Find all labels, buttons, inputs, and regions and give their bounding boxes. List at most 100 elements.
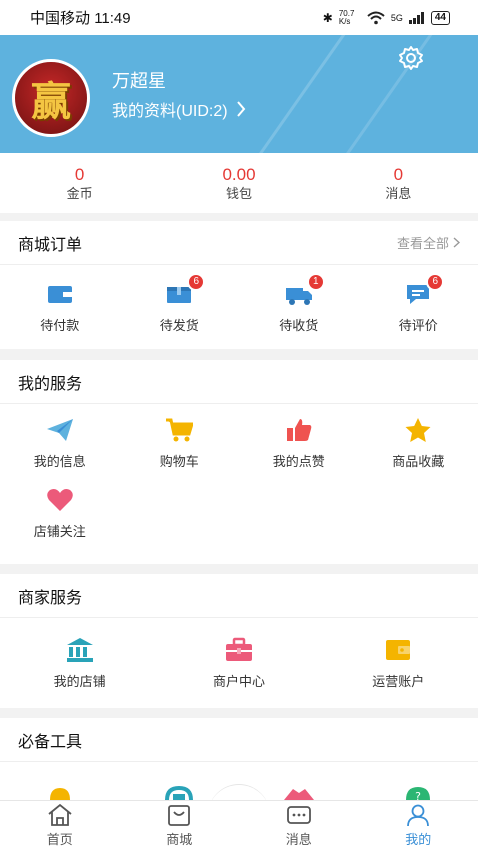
bluetooth-icon: ✱ xyxy=(322,10,333,25)
services-card: 我的服务 我的信息 购物车 我的点赞 商品收藏 店铺关注 xyxy=(0,360,478,564)
tab-home[interactable]: 首页 xyxy=(0,801,120,850)
signal-icon xyxy=(408,11,424,24)
bell-icon xyxy=(49,788,70,800)
stats-row: 0 金币 0.00 钱包 0 消息 xyxy=(0,153,478,213)
merchant-label: 我的店铺 xyxy=(53,673,106,689)
order-label: 待收货 xyxy=(279,317,319,333)
user-icon xyxy=(407,804,430,827)
tab-label: 我的 xyxy=(405,832,432,847)
box-icon-wrap: 6 xyxy=(165,272,206,307)
stat-label: 金币 xyxy=(66,186,93,201)
service-followed-shops[interactable]: 店铺关注 xyxy=(0,478,120,548)
clock: 11:49 xyxy=(94,10,131,27)
avatar-glyph: 赢 xyxy=(31,78,71,125)
briefcase-icon xyxy=(225,637,252,661)
view-all-orders-link[interactable]: 查看全部 xyxy=(397,233,460,252)
view-all-label: 查看全部 xyxy=(396,236,449,251)
merchant-card: 商家服务 我的店铺 商户中心 运营账户 xyxy=(0,574,478,708)
handshake-icon xyxy=(283,789,314,800)
wallet-icon xyxy=(386,639,411,660)
merchant-my-shop[interactable]: 我的店铺 xyxy=(0,618,159,708)
stat-wallet[interactable]: 0.00 钱包 xyxy=(159,153,318,213)
service-label: 购物车 xyxy=(159,453,199,469)
cart-icon xyxy=(166,418,194,441)
service-likes[interactable]: 我的点赞 xyxy=(239,408,359,478)
order-label: 待评价 xyxy=(398,317,438,333)
status-icons: ✱ 70.7 K/s 5G 44 xyxy=(322,8,450,26)
orders-header: 商城订单 查看全部 xyxy=(0,221,478,265)
merchant-label: 运营账户 xyxy=(372,673,425,689)
tab-mall[interactable]: 商城 xyxy=(120,801,240,850)
order-pending-receipt[interactable]: 1 待收货 xyxy=(239,265,359,349)
tab-label: 消息 xyxy=(285,832,312,847)
service-label: 我的点赞 xyxy=(272,453,325,469)
section-title: 商家服务 xyxy=(18,589,83,607)
service-label: 我的信息 xyxy=(33,453,86,469)
chevron-right-icon xyxy=(236,101,245,117)
merchant-operating-account[interactable]: 运营账户 xyxy=(319,618,478,708)
status-carrier-time: 中国移动 11:49 xyxy=(30,7,323,28)
avatar[interactable]: 赢 xyxy=(12,59,90,137)
orders-card: 商城订单 查看全部 待付款 6 待发货 1 待收货 6 待评价 xyxy=(0,221,478,349)
wifi-icon xyxy=(367,11,385,24)
count-badge: 6 xyxy=(187,272,206,291)
service-my-info[interactable]: 我的信息 xyxy=(0,408,120,478)
stat-coins[interactable]: 0 金币 xyxy=(0,153,159,213)
tab-label: 商城 xyxy=(166,832,193,847)
order-pending-review[interactable]: 6 待评价 xyxy=(359,265,478,349)
settings-gear-icon[interactable] xyxy=(398,45,424,71)
stat-label: 钱包 xyxy=(225,186,252,201)
profile-header: 赢 万超星 我的资料(UID:2) xyxy=(0,35,478,153)
section-title: 必备工具 xyxy=(18,733,83,751)
stat-messages[interactable]: 0 消息 xyxy=(319,153,478,213)
order-pending-payment[interactable]: 待付款 xyxy=(0,265,120,349)
network-type: 5G xyxy=(390,12,403,23)
heart-icon xyxy=(46,488,73,511)
thumbs-up-icon xyxy=(286,418,312,441)
stat-value: 0.00 xyxy=(222,165,256,184)
wallet-icon xyxy=(47,285,72,303)
svg-text:?: ? xyxy=(415,790,421,800)
bottom-tab-bar: 首页 商城 消息 我的 xyxy=(0,800,478,850)
merchant-label: 商户中心 xyxy=(212,673,265,689)
stat-value: 0 xyxy=(393,165,404,184)
network-speed: 70.7 K/s xyxy=(338,8,355,26)
service-label: 商品收藏 xyxy=(392,453,445,469)
comment-icon-wrap: 6 xyxy=(404,272,445,307)
bank-icon xyxy=(66,637,93,662)
merchant-center[interactable]: 商户中心 xyxy=(159,618,318,708)
tab-mine[interactable]: 我的 xyxy=(359,801,478,850)
username: 万超星 xyxy=(112,71,166,91)
profile-link[interactable]: 我的资料(UID:2) xyxy=(112,97,246,121)
count-badge: 6 xyxy=(426,272,445,291)
merchant-grid: 我的店铺 商户中心 运营账户 xyxy=(0,618,478,708)
tool-item[interactable] xyxy=(0,786,120,800)
carrier-name: 中国移动 xyxy=(30,10,91,27)
profile-link-label: 我的资料(UID:2) xyxy=(112,103,228,120)
section-title: 我的服务 xyxy=(18,375,83,393)
orders-grid: 待付款 6 待发货 1 待收货 6 待评价 xyxy=(0,265,478,349)
tool-item[interactable]: ? xyxy=(359,786,478,800)
count-badge: 1 xyxy=(306,272,325,291)
service-cart[interactable]: 购物车 xyxy=(120,408,240,478)
service-favorites[interactable]: 商品收藏 xyxy=(359,408,478,478)
service-label: 店铺关注 xyxy=(33,523,86,539)
stat-value: 0 xyxy=(74,165,85,184)
services-header: 我的服务 xyxy=(0,360,478,404)
tools-header: 必备工具 xyxy=(0,718,478,762)
stat-label: 消息 xyxy=(385,186,412,201)
order-label: 待付款 xyxy=(40,317,80,333)
paper-plane-icon xyxy=(46,418,73,441)
star-icon xyxy=(405,417,431,442)
home-icon xyxy=(48,803,72,826)
services-grid: 我的信息 购物车 我的点赞 商品收藏 店铺关注 xyxy=(0,404,478,548)
merchant-header: 商家服务 xyxy=(0,574,478,618)
shopping-bag-icon xyxy=(168,805,191,826)
help-icon: ? xyxy=(406,787,431,800)
tab-messages[interactable]: 消息 xyxy=(239,801,359,850)
headset-icon xyxy=(165,786,194,800)
status-bar: 中国移动 11:49 ✱ 70.7 K/s 5G 44 xyxy=(0,0,478,35)
chevron-right-icon xyxy=(453,237,460,248)
order-pending-shipment[interactable]: 6 待发货 xyxy=(120,265,240,349)
message-icon xyxy=(286,806,311,824)
